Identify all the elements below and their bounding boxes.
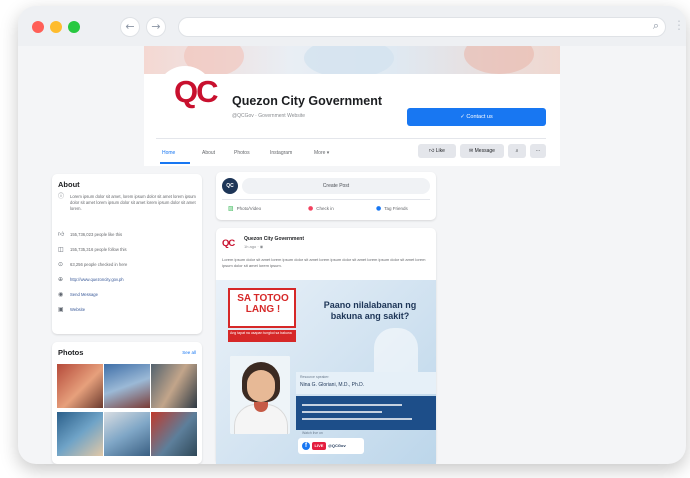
browser-toolbar: ← → ⌕ ⋮ [18,6,686,46]
about-checkins-text: 63,256 people checked in here [70,262,128,267]
active-tab-indicator [160,162,190,164]
page-header: QC Quezon City Government @QCGov · Gover… [144,66,560,166]
about-likes-text: 155,736,023 people like this [70,232,123,237]
check-in-button[interactable]: ● Check in [308,205,334,212]
post-timestamp[interactable]: 1h ago · ◉ [244,244,263,249]
page-profile-picture[interactable]: QC [156,66,218,124]
messenger-icon: ◉ [58,291,64,298]
forward-button[interactable]: → [146,17,166,37]
post-author-avatar[interactable]: QC [222,238,235,249]
message-button[interactable]: ✉ Message [460,144,504,158]
thumbs-up-icon: 👍︎ [429,148,436,154]
create-post-card: QC Create Post ▨ Photo/Video ● Check in ● T… [216,172,436,220]
tag-friends-label: Tag Friends [384,206,408,211]
divider [222,199,430,200]
website-link[interactable]: http://www.quezoncity.gov.ph [70,277,198,283]
photo-thumbnail[interactable] [104,364,150,408]
arrow-left-icon: ← [125,20,135,33]
check-in-label: Check in [316,206,334,211]
speaker-name: Nina G. Gloriani, M.D., Ph.D. [300,382,365,388]
send-message-link[interactable]: Send Message [70,292,198,298]
like-page-button[interactable]: 👍︎ Like [418,144,456,158]
create-post-input[interactable]: Create Post [242,178,430,194]
browser-menu-icon[interactable]: ⋮ [673,18,685,32]
checkin-icon: ⊙ [58,261,64,268]
show-badge: SA TOTOO LANG ! [228,288,296,328]
speaker-label: Resource speaker: [300,375,330,379]
avatar: QC [222,178,238,194]
page-title: Quezon City Government [232,94,383,108]
tag-friends-icon: ● [376,205,382,212]
details-line [302,404,402,406]
photo-thumbnail[interactable] [57,412,103,456]
about-card: About ⓘ Lorem ipsum dolor sit amet, lore… [52,174,202,334]
globe-icon: ⊕ [58,276,64,283]
live-badge: LIVE [312,442,326,450]
about-followers-text: 155,735,316 people follow this [70,247,127,252]
show-badge-text: SA TOTOO LANG ! [237,293,289,315]
location-pin-icon: ● [308,205,314,212]
divider [156,138,546,139]
arrow-right-icon: → [151,20,161,33]
photo-thumbnail[interactable] [57,364,103,408]
post-author-name[interactable]: Quezon City Government [244,236,304,242]
facebook-handle: @QCGov [328,443,346,448]
poster-question: Paano nilalabanan ng bakuna ang sakit? [323,300,417,321]
watch-live-label: Watch live on [302,431,323,435]
tab-home[interactable]: Home [162,150,175,156]
tab-more[interactable]: More ▾ [314,150,329,156]
contact-us-button[interactable]: ✓ Contact us [407,108,546,126]
photo-video-label: Photo/Video [236,206,262,211]
about-title: About [58,180,80,189]
about-description-text: Lorem ipsum dolor sit amet, lorem ipsum … [70,194,196,211]
like-icon: 👍︎ [58,231,65,238]
more-options-button[interactable]: ··· [530,144,546,158]
details-bar [296,396,436,430]
see-all-photos-link[interactable]: See all [182,350,196,355]
search-icon: ⌕ [652,19,659,32]
browser-window: ← → ⌕ ⋮ QC Quezon City Government @QCGov… [18,6,686,464]
page-handle: @QCGov · Government Website [232,113,306,119]
photos-title: Photos [58,348,84,357]
like-label: Like [435,148,445,154]
show-tagline: Ang tapat na usapan tungkol sa bakuna [228,330,296,342]
tab-about[interactable]: About [202,150,215,156]
photo-icon: ▨ [228,205,234,212]
photo-thumbnail[interactable] [104,412,150,456]
speaker-photo [230,356,290,434]
category-icon: ▣ [58,306,64,313]
tab-instagram[interactable]: Instagram [270,150,292,156]
close-window-button[interactable] [32,21,44,33]
message-label: Message [474,148,495,154]
maximize-window-button[interactable] [68,21,80,33]
cover-photo [144,46,560,74]
photo-thumbnail[interactable] [151,412,197,456]
details-line [302,411,382,413]
post-image[interactable]: SA TOTOO LANG ! Ang tapat na usapan tung… [216,280,436,464]
info-icon: ⓘ [58,193,65,200]
back-button[interactable]: ← [120,17,140,37]
photo-thumbnail[interactable] [151,364,197,408]
post-text: Lorem ipsum dolor sit amet lorem ipsum d… [222,257,426,268]
page-search-button[interactable]: ⌕ [508,144,526,158]
details-line [302,418,412,420]
qc-logo: QC [174,74,218,109]
facebook-icon: f [302,442,310,450]
tag-friends-button[interactable]: ● Tag Friends [376,205,408,212]
minimize-window-button[interactable] [50,21,62,33]
address-bar[interactable]: ⌕ [178,17,666,37]
category-link[interactable]: Website [70,307,198,313]
tab-photos[interactable]: Photos [234,150,250,156]
photo-video-button[interactable]: ▨ Photo/Video [228,205,261,212]
search-icon: ⌕ [515,148,519,154]
photos-card: Photos See all [52,342,202,464]
post-card: QC Quezon City Government 1h ago · ◉ Lor… [216,228,436,464]
follow-icon: ◫ [58,246,64,253]
